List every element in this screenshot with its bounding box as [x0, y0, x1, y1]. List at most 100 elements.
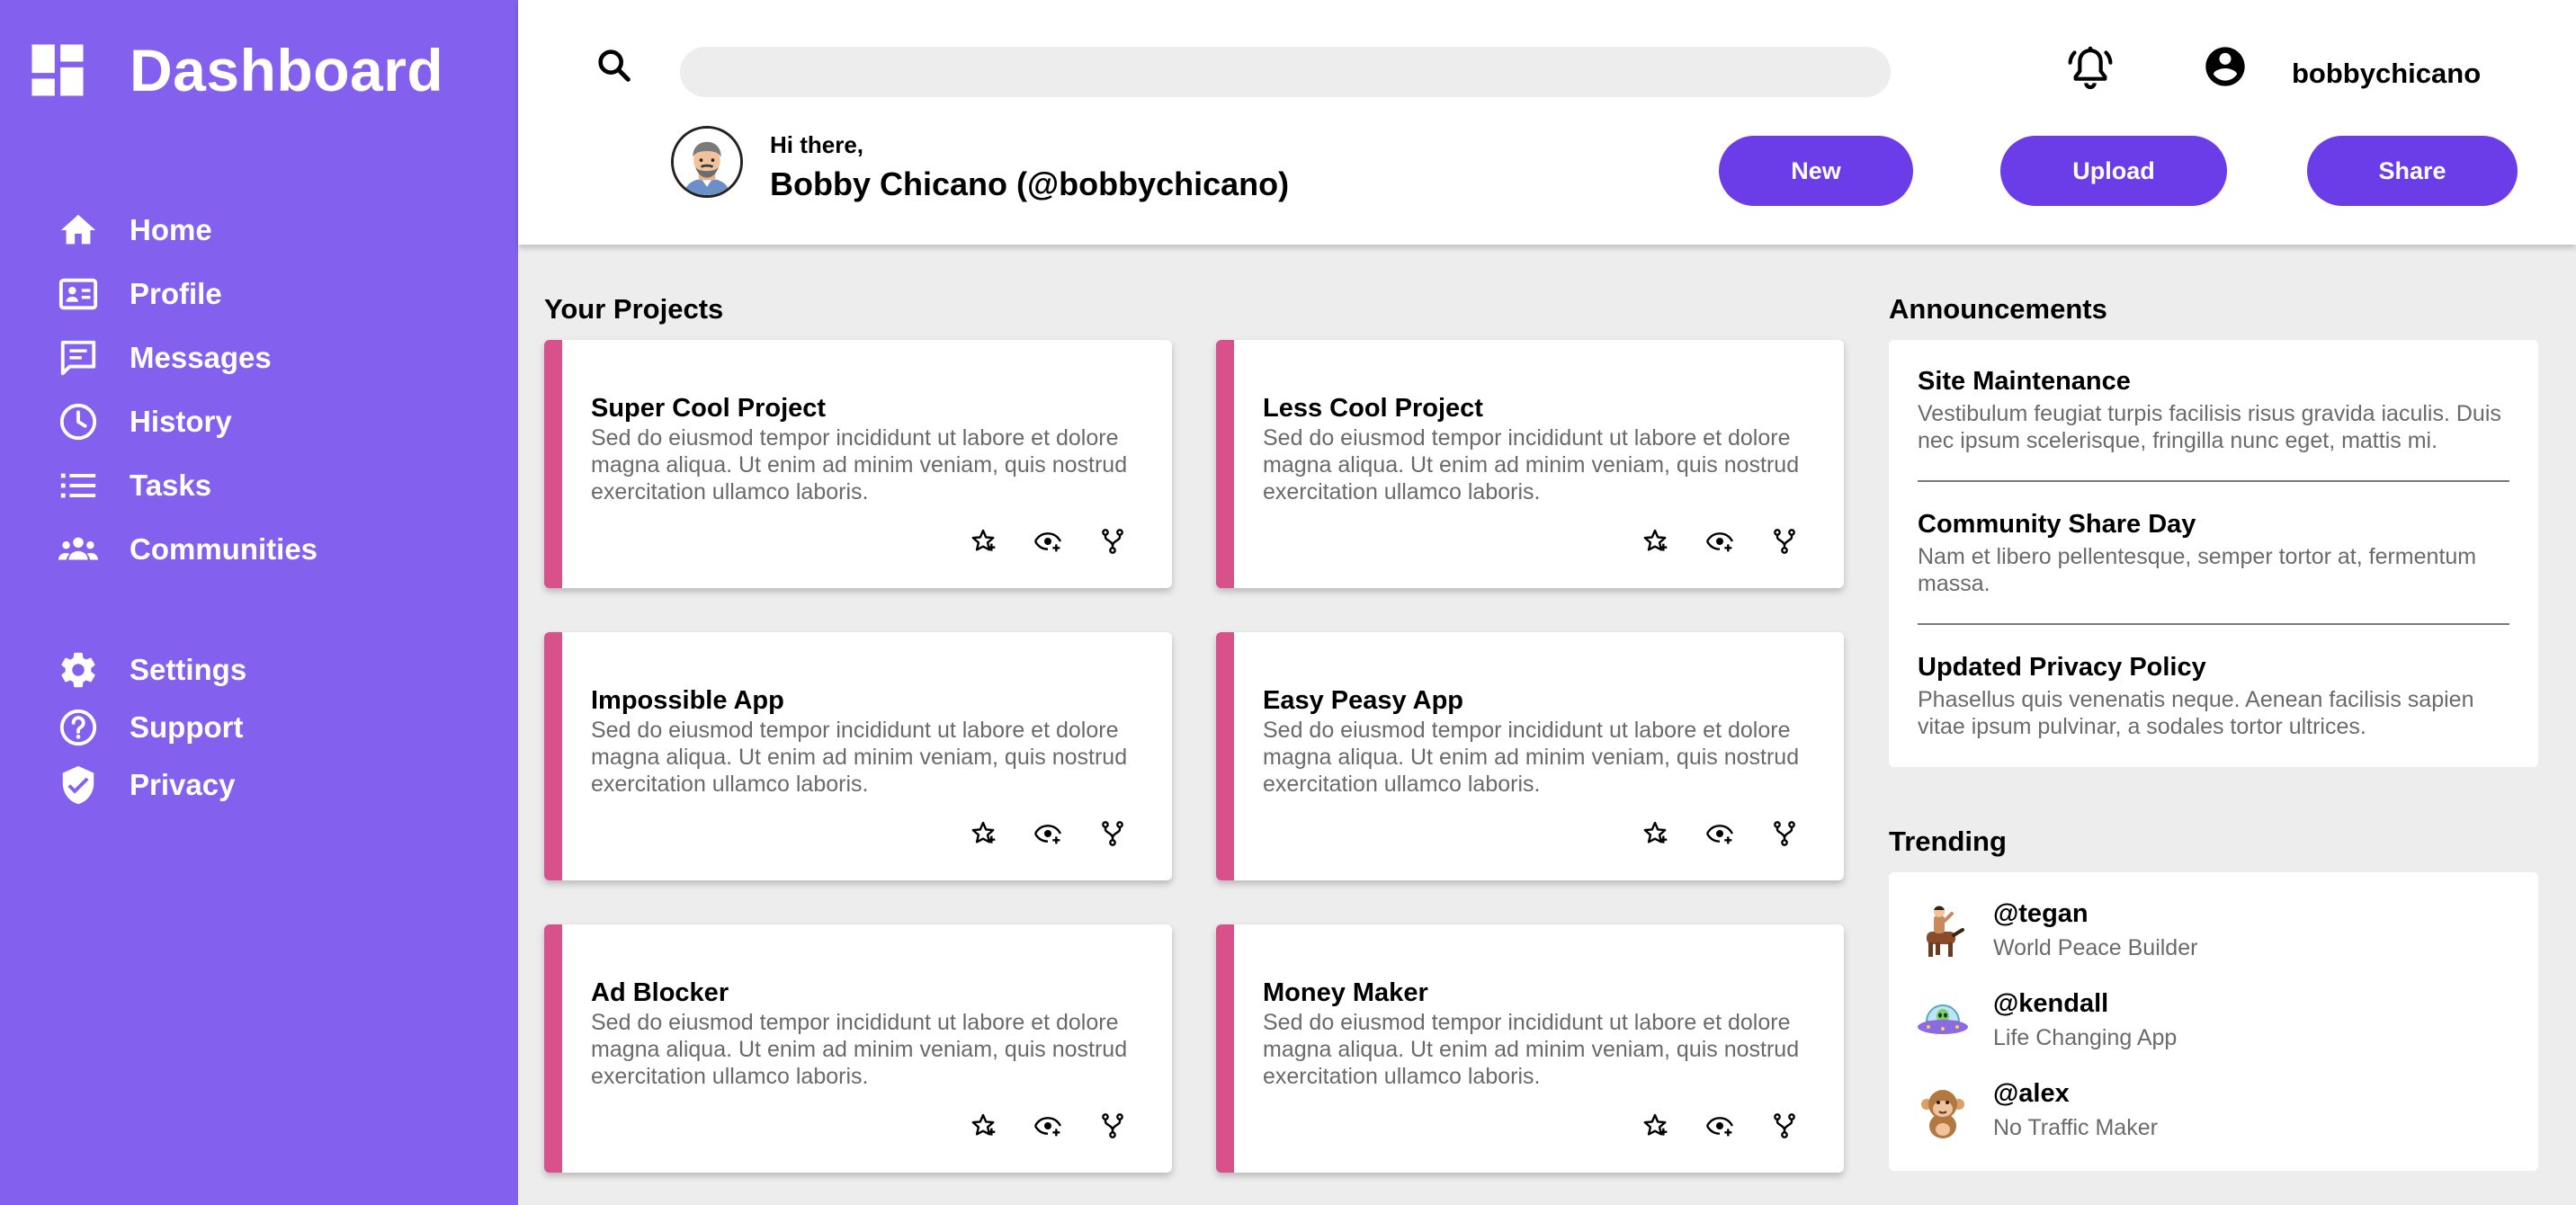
star-add-icon[interactable]: [1639, 1110, 1671, 1142]
nav-item-home[interactable]: Home: [56, 198, 318, 262]
announcement-item[interactable]: Updated Privacy Policy Phasellus quis ve…: [1918, 653, 2511, 740]
project-card[interactable]: Ad Blocker Sed do eiusmod tempor incididu…: [544, 924, 1172, 1173]
trending-handle: @alex: [1993, 1079, 2070, 1108]
fork-icon[interactable]: [1096, 817, 1129, 850]
trending-title: Trending: [1889, 826, 2007, 857]
watch-icon[interactable]: [1704, 525, 1736, 558]
announcement-desc: Nam et libero pellentesque, semper torto…: [1918, 544, 2477, 596]
list-icon: [56, 463, 101, 508]
avatar[interactable]: [671, 126, 743, 198]
search-input[interactable]: [680, 47, 1891, 97]
fork-icon[interactable]: [1768, 817, 1801, 850]
star-add-icon[interactable]: [1639, 525, 1671, 558]
nav-item-history[interactable]: History: [56, 389, 318, 453]
fork-icon[interactable]: [1768, 1110, 1801, 1142]
search-icon[interactable]: [594, 45, 635, 86]
project-title: Impossible App: [591, 686, 784, 715]
project-card[interactable]: Impossible App Sed do eiusmod tempor inci…: [544, 632, 1172, 880]
new-button[interactable]: New: [1719, 136, 1913, 206]
trending-item[interactable]: @tegan World Peace Builder: [1914, 899, 2490, 971]
nav-label: Communities: [130, 531, 318, 566]
project-card[interactable]: Money Maker Sed do eiusmod tempor incidid…: [1216, 924, 1844, 1173]
project-description: Sed do eiusmod tempor incididunt ut labo…: [1263, 718, 1800, 797]
announcement-title: Updated Privacy Policy: [1918, 653, 2206, 682]
project-title: Less Cool Project: [1263, 394, 1483, 423]
trending-handle: @kendall: [1993, 989, 2109, 1018]
help-icon: [56, 705, 101, 750]
trending-panel: @tegan World Peace Builder @kendall Life…: [1889, 872, 2538, 1171]
share-button[interactable]: Share: [2307, 136, 2518, 206]
project-description: Sed do eiusmod tempor incididunt ut labo…: [591, 718, 1128, 797]
nav-item-communities[interactable]: Communities: [56, 517, 318, 581]
fork-icon[interactable]: [1768, 525, 1801, 558]
project-actions: [1639, 525, 1833, 558]
project-actions: [1639, 1110, 1833, 1142]
home-icon: [56, 208, 101, 253]
trending-item[interactable]: @kendall Life Changing App: [1914, 989, 2490, 1061]
shield-icon: [56, 763, 101, 808]
primary-nav: Home Profile Messages History Tasks Comm…: [56, 198, 318, 581]
nav-item-support[interactable]: Support: [56, 699, 246, 756]
nav-label: Tasks: [130, 468, 212, 502]
app-title: Dashboard: [130, 37, 444, 103]
watch-icon[interactable]: [1032, 1110, 1064, 1142]
star-add-icon[interactable]: [1639, 817, 1671, 850]
nav-item-privacy[interactable]: Privacy: [56, 756, 246, 814]
nav-item-profile[interactable]: Profile: [56, 262, 318, 326]
nav-label: Settings: [130, 653, 247, 686]
nav-item-tasks[interactable]: Tasks: [56, 453, 318, 517]
nav-label: Messages: [130, 340, 272, 374]
project-title: Super Cool Project: [591, 394, 827, 423]
fork-icon[interactable]: [1096, 1110, 1129, 1142]
nav-label: Profile: [130, 276, 222, 310]
watch-icon[interactable]: [1032, 817, 1064, 850]
nav-item-messages[interactable]: Messages: [56, 326, 318, 389]
project-title: Easy Peasy App: [1263, 686, 1463, 715]
project-card[interactable]: Easy Peasy App Sed do eiusmod tempor inci…: [1216, 632, 1844, 880]
star-add-icon[interactable]: [967, 525, 999, 558]
project-description: Sed do eiusmod tempor incididunt ut labo…: [591, 425, 1128, 504]
announcement-title: Community Share Day: [1918, 510, 2196, 539]
sidebar: Dashboard Home Profile Messages History …: [0, 0, 518, 1205]
watch-icon[interactable]: [1032, 525, 1064, 558]
message-icon: [56, 335, 101, 380]
trending-handle: @tegan: [1993, 899, 2089, 928]
announcement-item[interactable]: Community Share Day Nam et libero pellen…: [1918, 510, 2511, 597]
project-card[interactable]: Super Cool Project Sed do eiusmod tempor …: [544, 340, 1172, 588]
username[interactable]: bobbychicano: [2292, 58, 2481, 90]
nav-label: Support: [130, 710, 244, 744]
profile-card-icon: [56, 272, 101, 317]
watch-icon[interactable]: [1704, 817, 1736, 850]
project-actions: [967, 525, 1161, 558]
project-description: Sed do eiusmod tempor incididunt ut labo…: [1263, 425, 1800, 504]
project-actions: [967, 1110, 1161, 1142]
projects-title: Your Projects: [544, 293, 724, 325]
project-card[interactable]: Less Cool Project Sed do eiusmod tempor i…: [1216, 340, 1844, 588]
nav-label: History: [130, 404, 232, 438]
header: bobbychicano Hi there, Bobby Chicano (@b…: [518, 0, 2576, 245]
brand[interactable]: Dashboard: [23, 36, 443, 104]
gear-icon: [56, 647, 101, 692]
account-circle-icon[interactable]: [2202, 43, 2249, 90]
announcement-item[interactable]: Site Maintenance Vestibulum feugiat turp…: [1918, 367, 2511, 454]
bell-ringing-icon[interactable]: [2065, 43, 2115, 94]
trending-project: Life Changing App: [1993, 1025, 2178, 1050]
fork-icon[interactable]: [1096, 525, 1129, 558]
user-full-name: Bobby Chicano (@bobbychicano): [770, 165, 1290, 202]
divider: [1918, 480, 2509, 482]
upload-button[interactable]: Upload: [2000, 136, 2227, 206]
trending-project: No Traffic Maker: [1993, 1115, 2158, 1140]
announcement-desc: Vestibulum feugiat turpis facilisis risu…: [1918, 401, 2501, 453]
watch-icon[interactable]: [1704, 1110, 1736, 1142]
dashboard-logo-icon: [31, 44, 84, 96]
nav-item-settings[interactable]: Settings: [56, 641, 246, 699]
announcements-title: Announcements: [1889, 293, 2107, 325]
trending-item[interactable]: @alex No Traffic Maker: [1914, 1079, 2490, 1151]
greeting: Hi there,: [770, 131, 864, 158]
star-add-icon[interactable]: [967, 1110, 999, 1142]
project-title: Money Maker: [1263, 978, 1428, 1007]
star-add-icon[interactable]: [967, 817, 999, 850]
trending-project: World Peace Builder: [1993, 935, 2198, 960]
divider: [1918, 623, 2509, 625]
centaur-icon: [1927, 906, 1964, 957]
